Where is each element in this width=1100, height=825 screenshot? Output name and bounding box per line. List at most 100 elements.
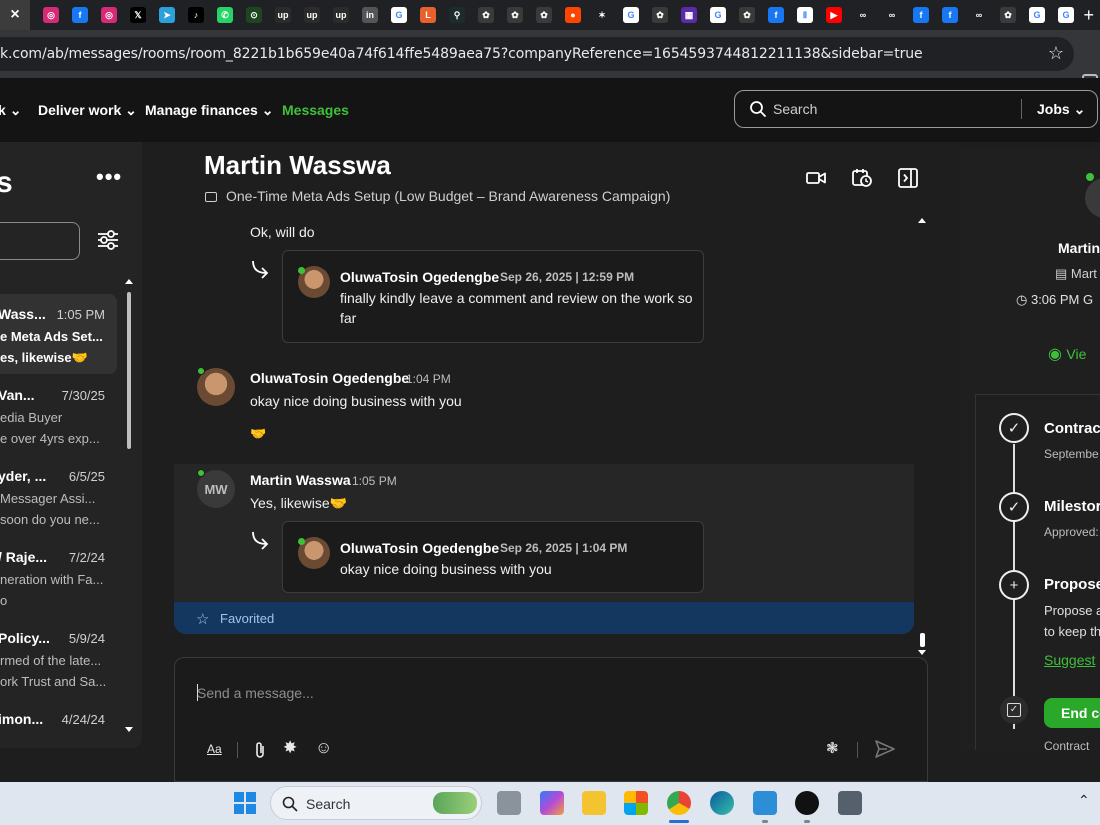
nav-deliver-work[interactable]: Deliver work ⌄ bbox=[38, 102, 137, 119]
google-icon[interactable]: G bbox=[1029, 7, 1045, 23]
conversation-item[interactable]: Policy... 5/9/24 rmed of the late... ork Tr… bbox=[0, 618, 117, 698]
new-tab-button[interactable]: + bbox=[1083, 5, 1094, 26]
messages-scroll-down-arrow[interactable] bbox=[918, 650, 926, 655]
x-icon[interactable]: 𝕏 bbox=[130, 7, 146, 23]
suggest-link[interactable]: Suggest bbox=[1044, 652, 1095, 668]
messages-scroll-up-arrow[interactable] bbox=[918, 218, 926, 223]
filter-icon[interactable] bbox=[96, 229, 120, 251]
reddit-icon[interactable]: ● bbox=[565, 7, 581, 23]
chatgpt-icon[interactable]: ✿ bbox=[536, 7, 552, 23]
quoted-message[interactable]: OluwaTosin Ogedengbe Sep 26, 2025 | 1:04… bbox=[282, 521, 704, 593]
conversation-scrollbar[interactable] bbox=[127, 292, 131, 449]
meta-icon[interactable]: ∞ bbox=[855, 7, 871, 23]
message-composer[interactable]: Send a message... Aa ✸ ☺ ❃ bbox=[174, 657, 928, 782]
edge-icon[interactable] bbox=[710, 791, 734, 815]
favorited-banner[interactable]: ☆ Favorited bbox=[174, 602, 914, 634]
nav-messages[interactable]: Messages bbox=[282, 102, 349, 118]
scroll-up-arrow[interactable] bbox=[125, 279, 133, 284]
conversation-item[interactable]: Wass... 1:05 PM e Meta Ads Set... es, likew… bbox=[0, 294, 117, 374]
attachment-icon[interactable] bbox=[253, 741, 267, 759]
facebook-icon[interactable]: f bbox=[942, 7, 958, 23]
linkedin-icon[interactable]: in bbox=[362, 7, 378, 23]
ai-snippet-icon[interactable]: ❃ bbox=[826, 739, 839, 757]
taskbar-search[interactable]: Search bbox=[270, 786, 482, 820]
spark-icon[interactable]: ✶ bbox=[594, 7, 610, 23]
video-call-icon[interactable] bbox=[806, 168, 826, 188]
messages-scrollbar[interactable] bbox=[920, 633, 925, 647]
local-time: ◷ 3:06 PM G bbox=[1016, 292, 1093, 308]
youtube-icon[interactable]: ▶ bbox=[826, 7, 842, 23]
chatgpt-icon[interactable]: ✿ bbox=[1000, 7, 1016, 23]
plus-circle-icon[interactable]: + bbox=[999, 570, 1029, 600]
avatar[interactable] bbox=[1085, 178, 1100, 218]
notepad-icon[interactable] bbox=[753, 791, 777, 815]
sender-name[interactable]: OluwaTosin Ogedengbe bbox=[250, 370, 409, 386]
schedule-icon[interactable] bbox=[852, 168, 872, 188]
system-tray-chevron-icon[interactable]: ⌃ bbox=[1078, 792, 1090, 809]
google-icon[interactable]: G bbox=[623, 7, 639, 23]
conversation-item[interactable]: / Raje... 7/2/24 neration with Fa... o bbox=[0, 537, 117, 617]
meta-icon[interactable]: ∞ bbox=[971, 7, 987, 23]
chatgpt-icon[interactable]: ✿ bbox=[478, 7, 494, 23]
upwork-icon[interactable]: up bbox=[275, 7, 291, 23]
facebook-icon[interactable]: f bbox=[72, 7, 88, 23]
chatgpt-icon[interactable]: ✿ bbox=[739, 7, 755, 23]
url-text[interactable]: k.com/ab/messages/rooms/room_8221b1b659e… bbox=[0, 46, 923, 62]
sender-name[interactable]: Martin Wasswa bbox=[250, 472, 351, 488]
copilot-icon[interactable] bbox=[540, 791, 564, 815]
bookmark-star-icon[interactable]: ☆ bbox=[1048, 43, 1064, 64]
microsoft-store-icon[interactable] bbox=[624, 791, 648, 815]
task-view-icon[interactable] bbox=[497, 791, 521, 815]
conversation-item[interactable]: Van... 7/30/25 edia Buyer e over 4yrs exp..… bbox=[0, 375, 117, 455]
instagram-icon[interactable]: ◎ bbox=[43, 7, 59, 23]
google-icon[interactable]: G bbox=[391, 7, 407, 23]
nav-find-work[interactable]: k ⌄ bbox=[0, 102, 21, 119]
format-text-button[interactable]: Aa bbox=[207, 742, 222, 756]
chatgpt-icon[interactable]: ✿ bbox=[652, 7, 668, 23]
pdf-app-icon[interactable]: ▦ bbox=[681, 7, 697, 23]
upwork-icon[interactable]: up bbox=[333, 7, 349, 23]
tab-close-button[interactable]: × bbox=[0, 0, 30, 30]
whatsapp-icon[interactable]: ✆ bbox=[217, 7, 233, 23]
google-icon[interactable]: G bbox=[710, 7, 726, 23]
nav-manage-finances[interactable]: Manage finances ⌄ bbox=[145, 102, 273, 119]
more-options-icon[interactable]: ••• bbox=[96, 164, 122, 190]
chrome-icon[interactable] bbox=[667, 791, 691, 815]
instagram-icon[interactable]: ◎ bbox=[101, 7, 117, 23]
toggle-sidebar-icon[interactable] bbox=[898, 168, 918, 188]
windows-start-icon[interactable] bbox=[233, 791, 257, 815]
address-bar[interactable]: k.com/ab/messages/rooms/room_8221b1b659e… bbox=[0, 37, 1074, 71]
emoji-icon[interactable]: ☺ bbox=[315, 738, 332, 758]
search-scope-dropdown[interactable]: Jobs ⌄ bbox=[1037, 101, 1085, 118]
facebook-icon[interactable]: f bbox=[913, 7, 929, 23]
search-input[interactable]: Search bbox=[773, 101, 817, 117]
scroll-down-arrow[interactable] bbox=[125, 727, 133, 732]
orange-app-icon[interactable]: L bbox=[420, 7, 436, 23]
google-icon[interactable]: G bbox=[1058, 7, 1074, 23]
conversation-item[interactable]: imon... 4/24/24 bbox=[0, 699, 117, 748]
quoted-message[interactable]: OluwaTosin Ogedengbe Sep 26, 2025 | 12:5… bbox=[282, 250, 704, 343]
facebook-icon[interactable]: f bbox=[768, 7, 784, 23]
conversation-item[interactable]: yder, ... 6/5/25 Messager Assi... soon do y… bbox=[0, 456, 117, 536]
online-status-dot bbox=[298, 538, 305, 545]
send-icon[interactable] bbox=[875, 740, 895, 758]
upwork-icon[interactable]: up bbox=[304, 7, 320, 23]
chatgpt-icon[interactable]: ✿ bbox=[507, 7, 523, 23]
telegram-icon[interactable]: ➤ bbox=[159, 7, 175, 23]
teal-app-icon[interactable]: ⚲ bbox=[449, 7, 465, 23]
message-input[interactable]: Send a message... bbox=[197, 685, 314, 701]
view-contract-link[interactable]: ◉ Vie bbox=[1048, 344, 1086, 364]
ai-assist-icon[interactable]: ✸ bbox=[283, 738, 297, 758]
meta-icon[interactable]: ∞ bbox=[884, 7, 900, 23]
contract-title[interactable]: One-Time Meta Ads Setup (Low Budget – Br… bbox=[226, 188, 670, 204]
conversation-search-input[interactable] bbox=[0, 222, 80, 260]
file-explorer-icon[interactable] bbox=[582, 791, 606, 815]
tiktok-icon[interactable]: ♪ bbox=[188, 7, 204, 23]
end-contract-button[interactable]: End co bbox=[1044, 698, 1100, 728]
green-app-icon[interactable]: ⊙ bbox=[246, 7, 262, 23]
tiktok-icon[interactable] bbox=[795, 791, 819, 815]
pause-app-icon[interactable]: Ⅱ bbox=[797, 7, 813, 23]
global-search[interactable]: Search Jobs ⌄ bbox=[734, 90, 1098, 128]
calculator-icon[interactable] bbox=[838, 791, 862, 815]
client-name[interactable]: Martin bbox=[1058, 240, 1100, 256]
